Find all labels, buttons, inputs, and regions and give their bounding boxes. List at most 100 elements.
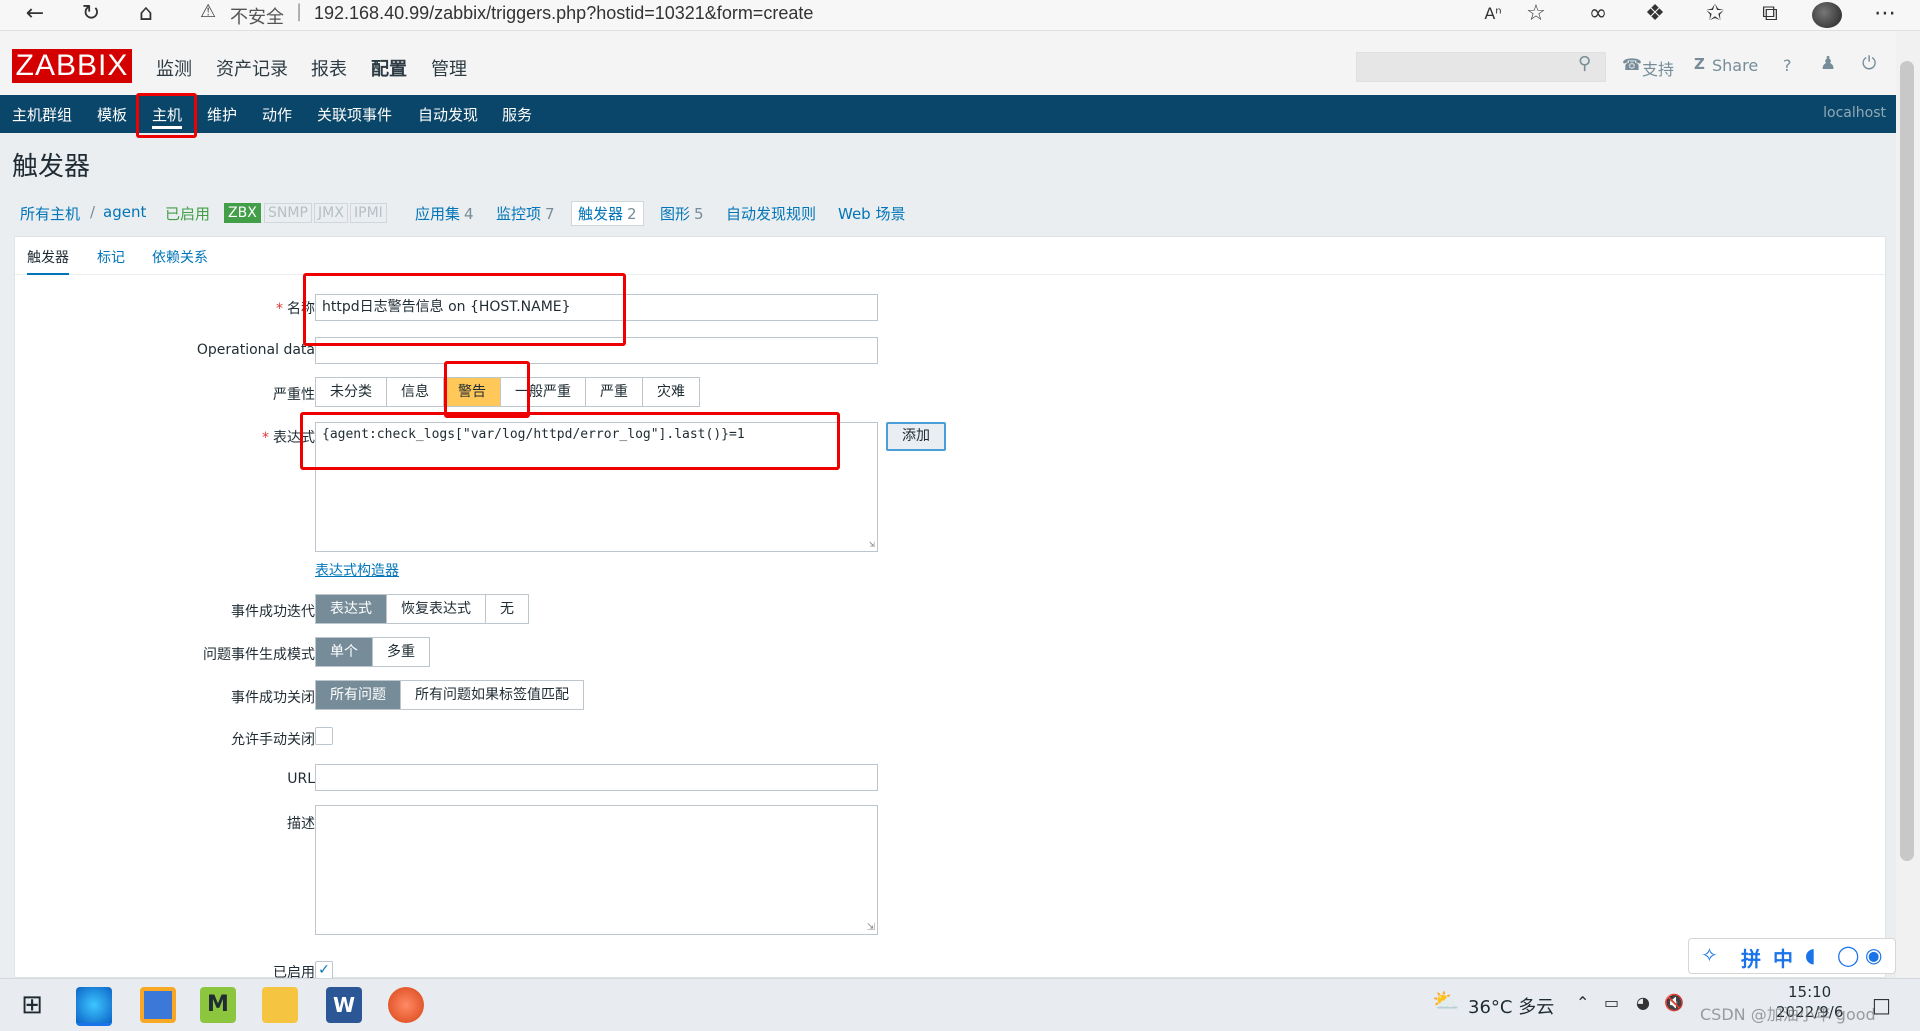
volume-muted-icon[interactable]: 🔇 <box>1664 993 1684 1012</box>
url-label: URL <box>287 771 315 787</box>
opdata-label: Operational data <box>196 342 315 358</box>
subnav-event-correlation[interactable]: 关联项事件 <box>317 104 392 125</box>
subnav-actions[interactable]: 动作 <box>262 104 292 125</box>
back-icon[interactable]: ← <box>20 0 50 30</box>
address-bar[interactable]: 192.168.40.99/zabbix/triggers.php?hostid… <box>314 3 813 24</box>
scrollbar-thumb[interactable] <box>1900 61 1914 861</box>
ime-punctuation-icon[interactable]: ◖ <box>1805 943 1816 967</box>
url-input[interactable] <box>315 764 878 791</box>
favorites-icon[interactable]: ✩ <box>1700 0 1730 30</box>
triggers-count: 2 <box>627 205 637 223</box>
favorite-add-icon[interactable]: ☆ <box>1521 0 1551 30</box>
red-app-icon[interactable] <box>388 987 424 1023</box>
breadcrumb-applications[interactable]: 应用集 4 <box>415 203 474 224</box>
breadcrumb-web-scenarios[interactable]: Web 场景 <box>838 203 905 224</box>
subnav-templates[interactable]: 模板 <box>97 104 127 125</box>
breadcrumb-host[interactable]: agent <box>103 203 146 221</box>
configuration-submenu: 主机群组 模板 主机 维护 动作 关联项事件 自动发现 服务 localhost <box>0 95 1896 133</box>
tray-expand-icon[interactable]: ⌃ <box>1576 993 1589 1012</box>
applications-label: 应用集 <box>415 205 461 223</box>
search-icon[interactable]: ⚲ <box>1578 53 1591 74</box>
word-app-icon[interactable]: W <box>326 987 362 1023</box>
extensions-icon[interactable]: ❖ <box>1640 0 1670 30</box>
ok-event-expression[interactable]: 表达式 <box>316 595 387 623</box>
wifi-icon[interactable]: ◕ <box>1636 993 1650 1012</box>
ok-event-recovery-expression[interactable]: 恢复表达式 <box>387 595 486 623</box>
expression-builder-link[interactable]: 表达式构造器 <box>315 560 399 580</box>
required-marker: * <box>276 301 283 317</box>
breadcrumb-discovery-rules[interactable]: 自动发现规则 <box>726 203 816 224</box>
file-explorer-icon[interactable] <box>262 987 298 1023</box>
breadcrumb-graphs[interactable]: 图形 5 <box>660 203 704 224</box>
address-separator: | <box>296 1 303 22</box>
more-menu-icon[interactable]: ⋯ <box>1870 0 1900 30</box>
vm-app-icon[interactable] <box>140 987 176 1023</box>
badge-zbx: ZBX <box>224 203 261 223</box>
breadcrumb-all-hosts[interactable]: 所有主机 <box>20 203 80 224</box>
support-link[interactable]: 支持 <box>1642 56 1674 80</box>
tab-tags[interactable]: 标记 <box>97 247 125 267</box>
m-app-icon[interactable]: M <box>200 987 236 1023</box>
severity-not-classified[interactable]: 未分类 <box>316 378 387 406</box>
page-scrollbar[interactable] <box>1896 31 1920 978</box>
refresh-icon[interactable]: ↻ <box>76 0 106 30</box>
menu-reports[interactable]: 报表 <box>311 55 347 81</box>
description-textarea[interactable]: ⇲ <box>315 805 878 935</box>
problem-mode-single[interactable]: 单个 <box>316 638 373 666</box>
infinity-icon[interactable]: ∞ <box>1583 0 1613 30</box>
resize-handle-icon[interactable]: ⇲ <box>869 539 875 550</box>
manual-close-checkbox[interactable] <box>315 727 333 745</box>
breadcrumb-items[interactable]: 监控项 7 <box>496 203 555 224</box>
windows-taskbar: ⊞ M W ⛅ 36°C 多云 ⌃ ▭ ◕ 🔇 15:10 2022/9/6 C… <box>0 978 1920 1031</box>
ime-pinyin-button[interactable]: 拼 <box>1741 943 1761 972</box>
headset-icon: ☎ <box>1622 55 1642 74</box>
ok-event-none[interactable]: 无 <box>486 595 528 623</box>
menu-monitoring[interactable]: 监测 <box>156 55 192 81</box>
menu-inventory[interactable]: 资产记录 <box>216 55 288 81</box>
edge-browser-icon[interactable] <box>76 987 112 1026</box>
ok-close-all-problems[interactable]: 所有问题 <box>316 681 401 709</box>
profile-avatar[interactable] <box>1812 2 1842 28</box>
problem-mode-multiple[interactable]: 多重 <box>373 638 429 666</box>
zabbix-logo[interactable]: ZABBIX <box>12 49 132 83</box>
severity-disaster[interactable]: 灾难 <box>643 378 699 406</box>
items-label: 监控项 <box>496 205 542 223</box>
severity-high[interactable]: 严重 <box>586 378 643 406</box>
collections-icon[interactable]: ⧉ <box>1755 0 1785 30</box>
clock-time[interactable]: 15:10 <box>1788 983 1831 1001</box>
ok-close-tag-match[interactable]: 所有问题如果标签值匹配 <box>401 681 583 709</box>
ime-chinese-button[interactable]: 中 <box>1773 943 1793 972</box>
notification-icon[interactable]: □ <box>1872 993 1891 1017</box>
enabled-checkbox[interactable]: ✓ <box>315 961 333 979</box>
windows-start-icon[interactable]: ⊞ <box>14 987 50 1023</box>
add-expression-button[interactable]: 添加 <box>886 422 946 451</box>
search-input[interactable] <box>1356 52 1606 82</box>
tab-dependencies[interactable]: 依赖关系 <box>152 247 208 267</box>
subnav-maintenance[interactable]: 维护 <box>207 104 237 125</box>
subnav-services[interactable]: 服务 <box>502 104 532 125</box>
annotation-box-hosts <box>136 93 197 138</box>
ime-skin-icon[interactable]: ◉ <box>1865 943 1882 967</box>
weather-label[interactable]: 36°C 多云 <box>1468 993 1554 1019</box>
read-aloud-icon[interactable]: Aⁿ <box>1478 0 1508 30</box>
subnav-discovery[interactable]: 自动发现 <box>418 104 478 125</box>
ime-logo-icon[interactable]: ✧ <box>1701 943 1718 967</box>
home-icon[interactable]: ⌂ <box>131 0 161 30</box>
battery-icon[interactable]: ▭ <box>1604 993 1619 1012</box>
menu-administration[interactable]: 管理 <box>431 55 467 81</box>
share-link[interactable]: Share <box>1712 56 1758 75</box>
severity-information[interactable]: 信息 <box>387 378 444 406</box>
breadcrumb-triggers[interactable]: 触发器 2 <box>571 201 644 226</box>
menu-configuration[interactable]: 配置 <box>371 55 407 81</box>
user-profile-icon[interactable]: ♟ <box>1820 53 1836 74</box>
ime-settings-icon[interactable]: ◯ <box>1837 943 1859 967</box>
host-status-enabled[interactable]: 已启用 <box>165 203 210 224</box>
server-name: localhost <box>1823 105 1886 121</box>
subnav-host-groups[interactable]: 主机群组 <box>12 104 72 125</box>
insecure-label: 不安全 <box>230 7 284 28</box>
resize-handle-icon[interactable]: ⇲ <box>867 922 875 933</box>
ok-event-generation-label: 事件成功迭代 <box>231 604 315 620</box>
logout-icon[interactable]: ⏻ <box>1862 53 1876 74</box>
help-link[interactable]: ? <box>1783 56 1792 75</box>
tab-trigger[interactable]: 触发器 <box>27 247 69 275</box>
